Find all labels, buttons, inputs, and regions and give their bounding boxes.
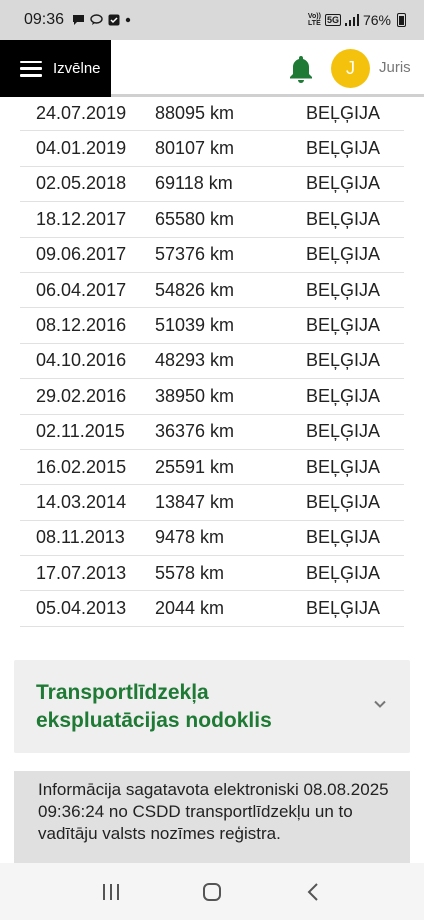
table-row: 08.11.2013 9478 km BEĻĢIJA (20, 521, 404, 557)
date-cell: 08.11.2013 (36, 527, 125, 548)
country-cell: BEĻĢIJA (306, 527, 381, 548)
battery-percent: 76% (362, 12, 391, 28)
status-bar: 09:36 Vo)) LTE 5G 76% (0, 0, 424, 40)
user-name[interactable]: Juris (379, 59, 411, 76)
date-cell: 05.04.2013 (36, 598, 127, 619)
date-cell: 24.07.2019 (36, 102, 127, 123)
country-cell: BEĻĢIJA (306, 102, 381, 123)
checkbox-icon (108, 14, 120, 26)
table-row: 24.07.2019 88095 km BEĻĢIJA (20, 96, 404, 132)
table-row: 04.10.2016 48293 km BEĻĢIJA (20, 344, 404, 380)
table-row: 06.04.2017 54826 km BEĻĢIJA (20, 273, 404, 309)
mileage-cell: 51039 km (155, 315, 235, 336)
volte-label: Vo)) (307, 13, 321, 20)
table-row: 02.11.2015 36376 km BEĻĢIJA (20, 415, 404, 450)
home-icon (202, 882, 221, 901)
country-cell: BEĻĢIJA (306, 315, 381, 336)
table-row: 14.03.2014 13847 km BEĻĢIJA (20, 485, 404, 521)
mileage-cell: 36376 km (155, 421, 235, 442)
table-row: 16.02.2015 25591 km BEĻĢIJA (20, 450, 404, 486)
mileage-cell: 54826 km (155, 279, 235, 300)
info-text: Informācija sagatavota elektroniski 08.0… (38, 780, 389, 843)
accordion-title: Transportlīdzekļa ekspluatācijas nodokli… (36, 681, 272, 732)
back-button[interactable] (293, 877, 333, 907)
date-cell: 14.03.2014 (36, 491, 127, 512)
date-cell: 16.02.2015 (36, 456, 127, 477)
volte-icon: Vo)) LTE (308, 13, 321, 27)
mileage-cell: 48293 km (155, 350, 235, 371)
chat-icon (90, 14, 103, 25)
date-cell: 06.04.2017 (36, 279, 127, 300)
menu-label: Izvēlne (53, 60, 101, 77)
lte-label: LTE (308, 20, 321, 27)
mileage-cell: 13847 km (155, 491, 235, 512)
mileage-cell: 65580 km (155, 208, 235, 229)
date-cell: 04.01.2019 (36, 138, 127, 159)
hamburger-icon (20, 60, 42, 77)
mileage-history-table: 24.07.2019 88095 km BEĻĢIJA 04.01.2019 8010… (20, 96, 404, 627)
date-cell: 29.02.2016 (36, 385, 127, 406)
date-cell: 08.12.2016 (36, 315, 127, 336)
date-cell: 17.07.2013 (36, 562, 127, 583)
mileage-cell: 5578 km (155, 562, 225, 583)
country-cell: BEĻĢIJA (306, 598, 381, 619)
bell-icon[interactable] (288, 54, 314, 84)
mileage-cell: 80107 km (155, 138, 235, 159)
mileage-cell: 9478 km (155, 527, 225, 548)
menu-button[interactable]: Izvēlne (0, 40, 111, 97)
table-row: 17.07.2013 5578 km BEĻĢIJA (20, 556, 404, 592)
date-cell: 18.12.2017 (36, 208, 127, 229)
table-row: 02.05.2018 69118 km BEĻĢIJA (20, 167, 404, 203)
app-header: Izvēlne J Juris (0, 40, 424, 97)
system-nav-bar (0, 863, 424, 920)
country-cell: BEĻĢIJA (306, 173, 381, 194)
avatar[interactable]: J (331, 49, 370, 88)
country-cell: BEĻĢIJA (306, 562, 381, 583)
table-row: 05.04.2013 2044 km BEĻĢIJA (20, 591, 404, 627)
recent-apps-icon (102, 883, 119, 900)
country-cell: BEĻĢIJA (306, 208, 381, 229)
date-cell: 04.10.2016 (36, 350, 127, 371)
back-icon (307, 882, 319, 901)
notification-icons (72, 14, 131, 26)
mileage-cell: 2044 km (155, 598, 225, 619)
network-5g-label: 5G (324, 14, 341, 26)
country-cell: BEĻĢIJA (306, 491, 381, 512)
mileage-cell: 88095 km (155, 102, 235, 123)
date-cell: 02.05.2018 (36, 173, 127, 194)
country-cell: BEĻĢIJA (306, 421, 381, 442)
dot-icon (125, 17, 131, 23)
country-cell: BEĻĢIJA (306, 244, 381, 265)
table-row: 29.02.2016 38950 km BEĻĢIJA (20, 379, 404, 415)
message-icon (73, 15, 85, 25)
battery-icon (397, 13, 406, 27)
country-cell: BEĻĢIJA (306, 279, 381, 300)
mileage-cell: 69118 km (155, 173, 233, 194)
date-cell: 09.06.2017 (36, 244, 127, 265)
country-cell: BEĻĢIJA (306, 456, 381, 477)
table-row: 09.06.2017 57376 km BEĻĢIJA (20, 238, 404, 273)
home-button[interactable] (192, 877, 232, 907)
date-cell: 02.11.2015 (36, 421, 125, 442)
mileage-cell: 25591 km (155, 456, 235, 477)
tax-accordion[interactable]: Transportlīdzekļa ekspluatācijas nodokli… (14, 660, 410, 753)
chevron-down-icon (374, 700, 386, 708)
signal-icon (344, 14, 359, 26)
table-row: 04.01.2019 80107 km BEĻĢIJA (20, 131, 404, 167)
table-row: 08.12.2016 51039 km BEĻĢIJA (20, 308, 404, 344)
status-time: 09:36 (24, 11, 65, 28)
country-cell: BEĻĢIJA (306, 385, 381, 406)
info-box: Informācija sagatavota elektroniski 08.0… (14, 771, 410, 863)
recent-apps-button[interactable] (91, 877, 131, 907)
mileage-cell: 57376 km (155, 244, 235, 265)
status-right: Vo)) LTE 5G 76% (308, 12, 406, 28)
country-cell: BEĻĢIJA (306, 138, 381, 159)
country-cell: BEĻĢIJA (306, 350, 381, 371)
table-row: 18.12.2017 65580 km BEĻĢIJA (20, 202, 404, 238)
mileage-cell: 38950 km (155, 385, 235, 406)
